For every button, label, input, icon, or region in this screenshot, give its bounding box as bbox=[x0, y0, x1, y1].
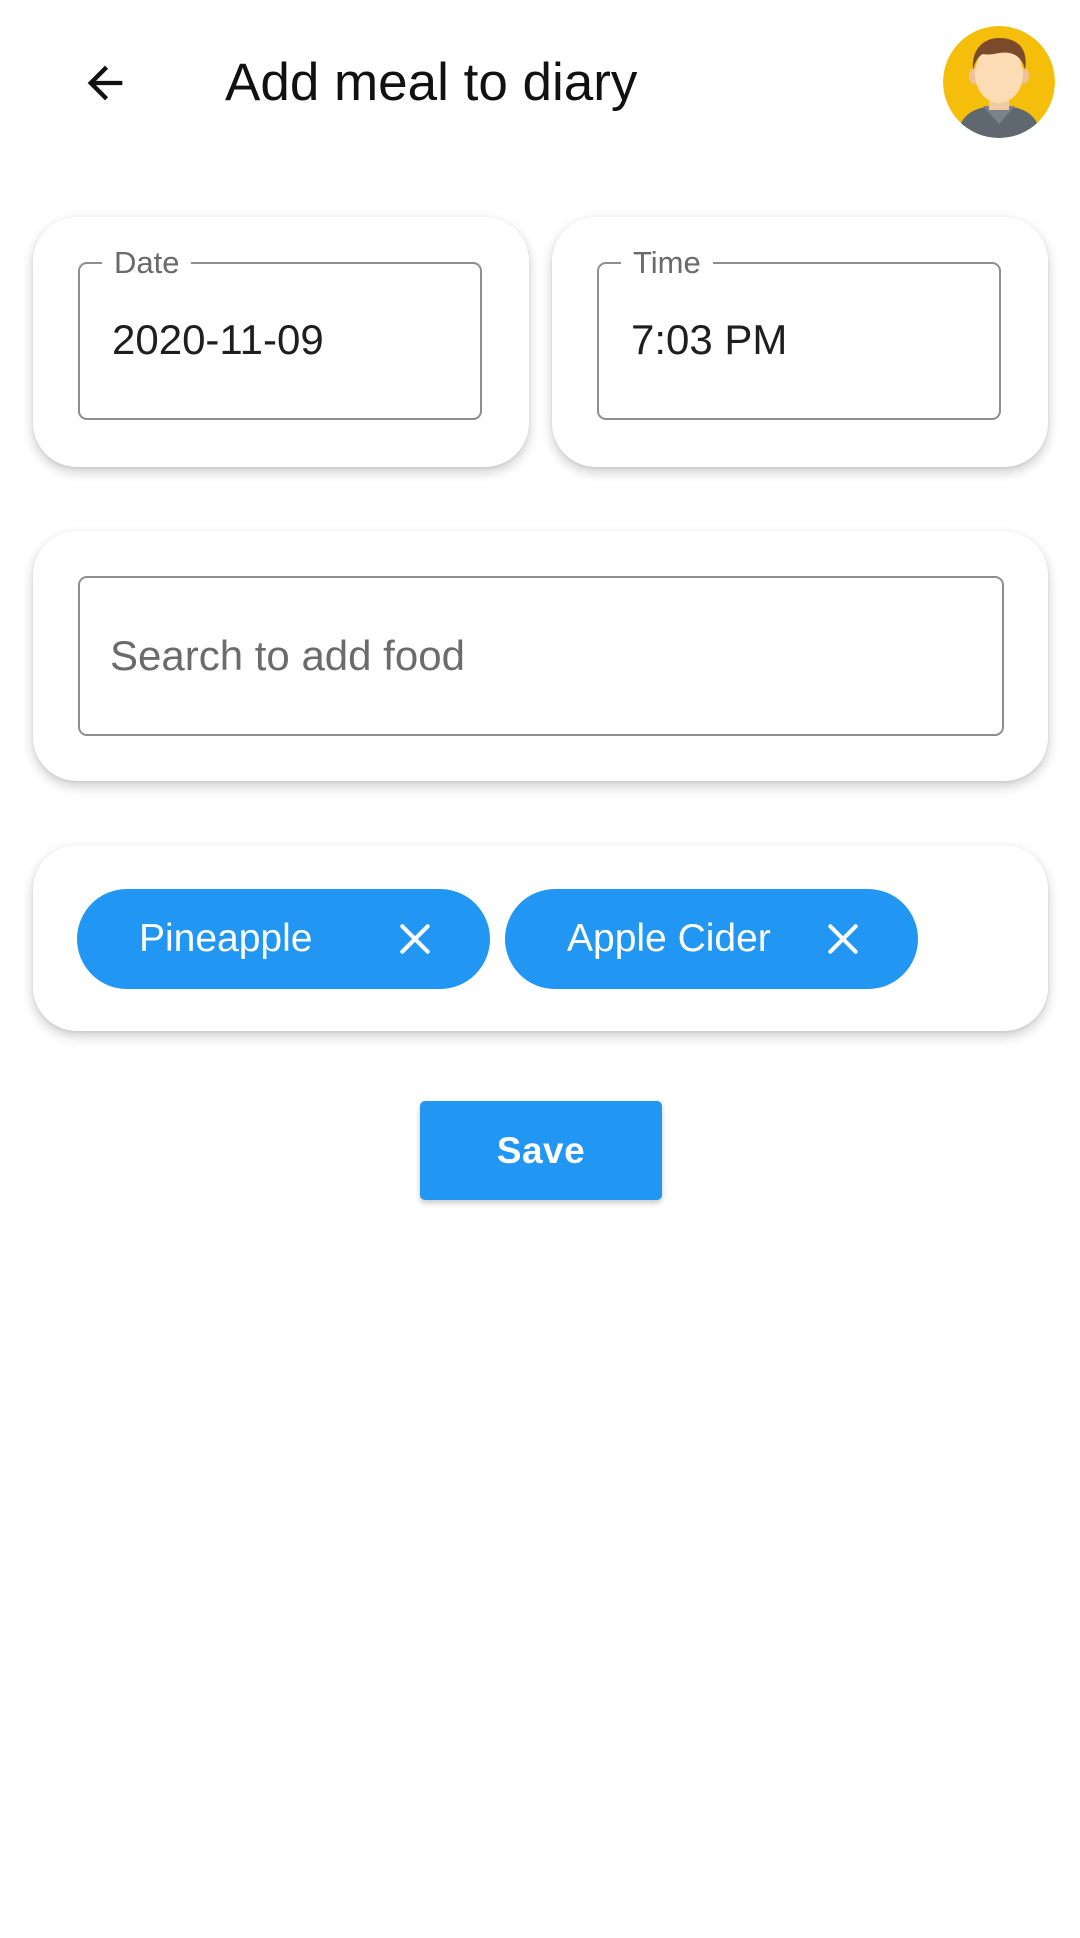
time-field[interactable]: Time 7:03 PM bbox=[597, 245, 1001, 420]
close-icon bbox=[828, 924, 858, 954]
date-field-value: 2020-11-09 bbox=[112, 316, 324, 363]
food-chip-label: Apple Cider bbox=[567, 917, 771, 960]
save-button[interactable]: Save bbox=[420, 1101, 662, 1200]
food-chip-label: Pineapple bbox=[139, 917, 313, 960]
user-avatar-icon bbox=[943, 26, 1055, 138]
back-button[interactable] bbox=[60, 38, 150, 128]
avatar[interactable] bbox=[943, 26, 1055, 138]
food-search-input[interactable] bbox=[110, 578, 970, 734]
page-title: Add meal to diary bbox=[225, 53, 638, 112]
date-field[interactable]: Date 2020-11-09 bbox=[78, 245, 482, 420]
time-card: Time 7:03 PM bbox=[552, 217, 1048, 467]
close-icon bbox=[400, 924, 430, 954]
date-field-label: Date bbox=[102, 245, 192, 281]
time-field-label: Time bbox=[621, 245, 713, 281]
food-chip-pineapple[interactable]: Pineapple bbox=[77, 889, 490, 989]
app-bar: Add meal to diary bbox=[0, 0, 1080, 165]
selected-foods-card: Pineapple Apple Cider bbox=[33, 845, 1048, 1031]
remove-chip-button[interactable] bbox=[390, 914, 440, 964]
search-card bbox=[33, 531, 1048, 781]
time-field-value: 7:03 PM bbox=[631, 316, 788, 363]
food-search-field[interactable] bbox=[78, 576, 1004, 736]
arrow-left-icon bbox=[87, 65, 123, 101]
food-chip-apple-cider[interactable]: Apple Cider bbox=[505, 889, 918, 989]
remove-chip-button[interactable] bbox=[818, 914, 868, 964]
date-card: Date 2020-11-09 bbox=[33, 217, 529, 467]
